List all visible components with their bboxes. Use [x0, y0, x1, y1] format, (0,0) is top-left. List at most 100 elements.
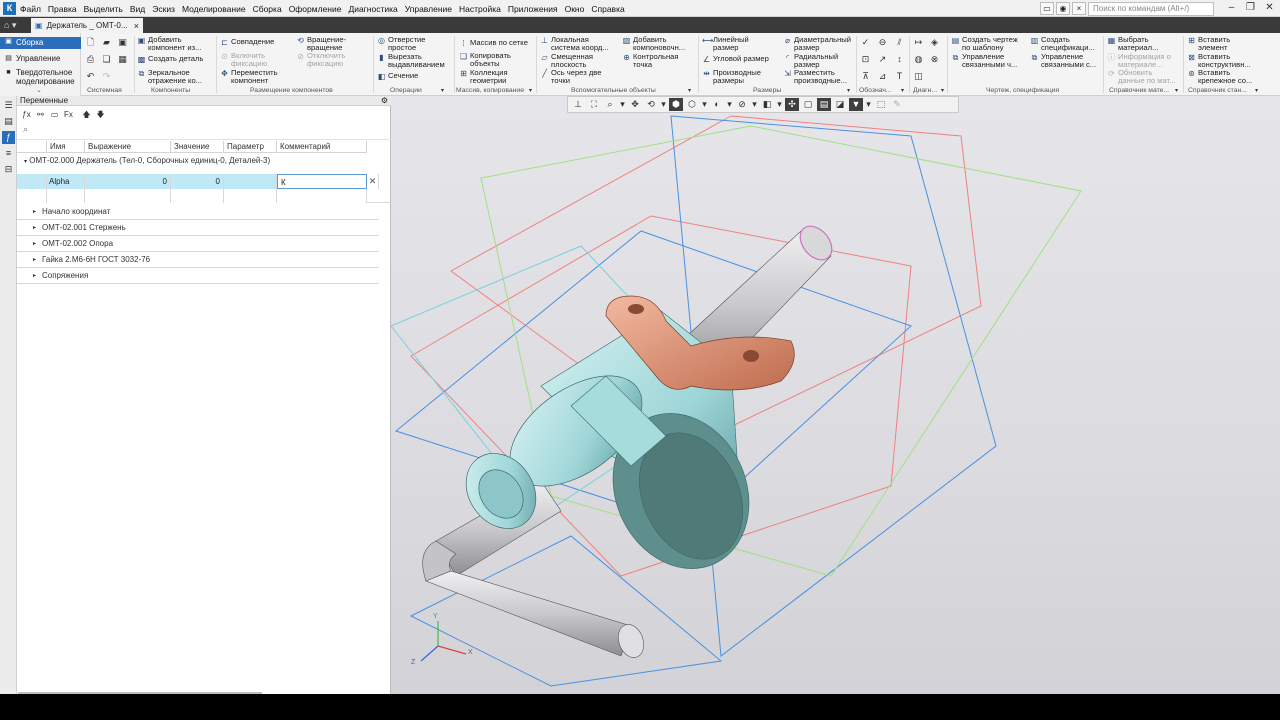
menu-window[interactable]: Окно [565, 4, 585, 14]
command-search-input[interactable]: Поиск по командам (Alt+/) [1088, 2, 1214, 16]
materials-dropdown-icon[interactable]: ▾ [1171, 86, 1182, 96]
zoom-icon[interactable]: ⌕ [603, 98, 617, 111]
variable-comment-input[interactable]: К [277, 174, 367, 189]
angular-dim-button[interactable]: ∠ Угловой размер [702, 55, 769, 65]
move-up-icon[interactable]: 🡅 [81, 109, 92, 120]
frame-icon[interactable]: ▢ [801, 98, 815, 111]
pan-icon[interactable]: ✥ [628, 98, 642, 111]
selection-icon[interactable]: ⬚ [874, 98, 888, 111]
radial-dim-button[interactable]: ◜ Радиальный размер [783, 53, 838, 69]
gear-icon[interactable]: ⚙ [381, 96, 388, 106]
orientation-dropdown-icon[interactable]: ▾ [701, 98, 708, 111]
redo-icon[interactable]: ↷ [101, 71, 112, 81]
base-icon[interactable]: ⊖ [877, 37, 888, 47]
menu-design[interactable]: Оформление [289, 4, 342, 14]
restore-panel-icon[interactable]: ▭ [1040, 2, 1054, 15]
empty-cell[interactable] [47, 189, 85, 203]
section-view-icon[interactable]: ◧ [760, 98, 774, 111]
expand-chevron-icon[interactable]: ⌄ [36, 86, 42, 94]
minimize-icon[interactable]: – [1222, 0, 1241, 16]
tree-item-origin[interactable]: ▸ Начало координат [17, 204, 379, 220]
variables-search[interactable]: ⌕ [17, 122, 391, 140]
roughness-icon[interactable]: ✓ [860, 37, 871, 47]
variable-name[interactable]: Alpha [47, 174, 85, 189]
mark-icon[interactable]: ⊼ [860, 71, 871, 81]
leader-icon[interactable]: ↗ [877, 54, 888, 64]
column-header-name[interactable]: Имя [47, 141, 85, 153]
hide-icon[interactable]: ⊘ [735, 98, 749, 111]
move-down-icon[interactable]: 🡇 [95, 109, 106, 120]
offset-plane-button[interactable]: ▱ Смещенная плоскость [540, 53, 593, 69]
layers-icon[interactable]: ≡ [2, 147, 15, 160]
orient-icon[interactable]: ⊥ [571, 98, 585, 111]
mode-solid-modeling[interactable]: ■ Твердотельное моделирование [0, 68, 81, 86]
maximize-icon[interactable]: ❐ [1241, 0, 1260, 16]
rotate-dropdown-icon[interactable]: ▾ [660, 98, 667, 111]
menu-file[interactable]: Файл [20, 4, 41, 14]
zoom-fit-icon[interactable]: ⛶ [587, 98, 601, 111]
create-spec-button[interactable]: ▥ Создать спецификаци... [1030, 36, 1095, 52]
position-icon[interactable]: ⊿ [877, 71, 888, 81]
rotate-view-icon[interactable]: ⟲ [644, 98, 658, 111]
column-header-expression[interactable]: Выражение [85, 141, 171, 153]
view-orientation-icon[interactable]: ⬡ [685, 98, 699, 111]
mirror-button[interactable]: ⧉ Зеркальное отражение ко... [137, 69, 202, 85]
pencil-icon[interactable]: ✎ [890, 98, 904, 111]
section-line-icon[interactable]: ⫽ [894, 37, 905, 47]
add-layout-geometry-button[interactable]: ▧ Добавить компоновочн... [622, 36, 685, 52]
tree-item-rod[interactable]: ▸ ОМТ-02.001 Стержень [17, 220, 379, 236]
create-drawing-button[interactable]: ▤ Создать чертеж по шаблону [951, 36, 1018, 52]
hole-button[interactable]: ◎ Отверстие простое [377, 36, 426, 52]
geometry-collection-button[interactable]: ⊞ Коллекция геометрии [459, 69, 507, 85]
collapse-icon[interactable]: ▾ [24, 159, 27, 165]
move-component-button[interactable]: ✥ Переместить компонент [220, 69, 277, 85]
empty-cell[interactable] [277, 189, 367, 203]
mode-management[interactable]: ▤ Управление [0, 54, 81, 63]
select-material-button[interactable]: ▦ Выбрать материал... [1107, 36, 1159, 52]
manage-linked-spec-button[interactable]: ⧉ Управление связанными с... [1030, 53, 1096, 69]
tree-item-mates[interactable]: ▸ Сопряжения [17, 268, 379, 284]
home-icon[interactable]: ⌂ ▾ [4, 19, 28, 31]
display-dropdown-icon[interactable]: ▾ [726, 98, 733, 111]
coincidence-button[interactable]: ⊏ Совпадение [220, 38, 274, 48]
menu-management[interactable]: Управление [405, 4, 452, 14]
menu-help[interactable]: Справка [591, 4, 624, 14]
menu-settings[interactable]: Настройка [459, 4, 501, 14]
menu-view[interactable]: Вид [130, 4, 145, 14]
axis-two-points-button[interactable]: ╱ Ось через две точки [540, 69, 601, 85]
section-dropdown-icon[interactable]: ▾ [776, 98, 783, 111]
update-material-button[interactable]: ⟳ Обновить данные по мат... [1107, 69, 1175, 85]
zoom-dropdown-icon[interactable]: ▾ [619, 98, 626, 111]
shaded-icon[interactable]: ⬢ [669, 98, 683, 111]
hide-dropdown-icon[interactable]: ▾ [751, 98, 758, 111]
diameter-dim-button[interactable]: ⌀ Диаметральный размер [783, 36, 851, 52]
arrow-view-icon[interactable]: ↕ [894, 54, 905, 64]
camera-icon[interactable]: ◉ [1056, 2, 1070, 15]
filter-dropdown-icon[interactable]: ▾ [865, 98, 872, 111]
grid-array-button[interactable]: ⁞ Массив по сетке [459, 39, 528, 49]
place-derived-button[interactable]: ⇲ Разместить производные... [783, 69, 847, 85]
mode-assembly[interactable]: ▣ Сборка [0, 37, 81, 49]
column-header-parameter[interactable]: Параметр [224, 141, 277, 153]
menu-apps[interactable]: Приложения [508, 4, 558, 14]
material-info-button[interactable]: ⓘ Информация о материале... [1107, 53, 1171, 69]
display-mode-icon[interactable]: ◐ [710, 98, 724, 111]
undo-icon[interactable]: ↶ [85, 71, 96, 81]
structure-icon[interactable]: ⊟ [2, 163, 15, 176]
copy-icon[interactable]: ❏ [101, 54, 112, 64]
menu-assembly[interactable]: Сборка [253, 4, 282, 14]
notation-dropdown-icon[interactable]: ▾ [897, 86, 908, 96]
variables-icon[interactable]: ƒ [2, 131, 15, 144]
expand-arrow-icon[interactable]: ▸ [33, 236, 36, 252]
menu-select[interactable]: Выделить [84, 4, 123, 14]
empty-cell[interactable] [224, 189, 277, 203]
print-icon[interactable]: ⎙ [85, 54, 96, 64]
control-point-button[interactable]: ⊕ Контрольная точка [622, 53, 678, 69]
linear-dim-button[interactable]: ⟷Линейный размер [702, 36, 749, 52]
arrays-dropdown-icon[interactable]: ▾ [525, 86, 536, 96]
aux-dropdown-icon[interactable]: ▾ [684, 86, 695, 96]
close-tab-icon[interactable]: × [134, 19, 139, 33]
add-component-button[interactable]: ▣ Добавить компонент из... [137, 36, 202, 52]
link-icon[interactable]: ⚯ [35, 109, 46, 120]
insert-structural-button[interactable]: ⊠ Вставить конструктивн... [1187, 53, 1251, 69]
